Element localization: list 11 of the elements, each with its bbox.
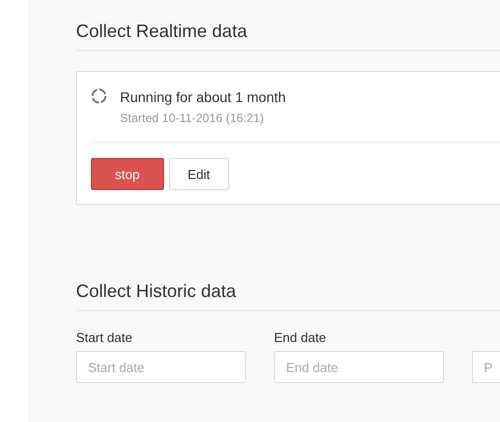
stop-button[interactable]: stop bbox=[91, 158, 164, 190]
field-label: End date bbox=[274, 330, 328, 346]
field-label: Start date bbox=[76, 330, 134, 346]
date-field[interactable]: P bbox=[472, 351, 500, 383]
date-field[interactable]: Start date bbox=[76, 351, 246, 383]
edit-button[interactable]: Edit bbox=[168, 158, 229, 190]
date-field[interactable]: End date bbox=[274, 351, 444, 383]
section-title: Collect Historic data bbox=[76, 280, 236, 303]
started-text: Started 10-11-2016 (16:21) bbox=[120, 110, 265, 126]
status-text: Running for about 1 month bbox=[120, 88, 286, 106]
section-title: Collect Realtime data bbox=[76, 20, 248, 43]
